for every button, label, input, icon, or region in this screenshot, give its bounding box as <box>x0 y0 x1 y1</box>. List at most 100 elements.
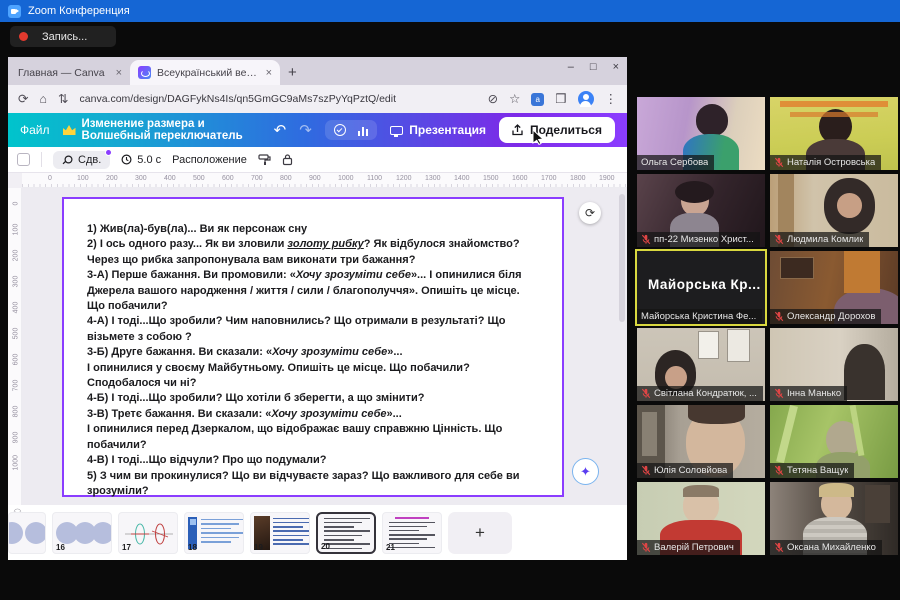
ruler-h-label: 1200 <box>396 175 412 182</box>
maximize-button[interactable]: □ <box>590 61 597 73</box>
divider <box>41 152 42 167</box>
participant-tile[interactable]: Майорська Кр...Майорська Кристина Фе... <box>637 251 765 324</box>
slide-thumbnail[interactable] <box>8 512 46 554</box>
recording-indicator[interactable]: Запись... <box>10 26 116 47</box>
slide-text-line[interactable]: І опинилися перед Дзеркалом, що відображ… <box>87 422 540 453</box>
mic-muted-icon <box>774 311 784 322</box>
mic-muted-icon <box>774 157 784 168</box>
redo-button[interactable]: ↷ <box>299 121 312 139</box>
participant-tile[interactable]: Ольга Сербова <box>637 97 765 170</box>
participant-tile[interactable]: Тетяна Ващук <box>770 405 898 478</box>
slide-text-segment: 4-А) І тоді...Що зробили? Чим наповнилис… <box>87 315 505 342</box>
slide-thumbnail[interactable]: 21 <box>382 512 442 554</box>
slide-text-line[interactable]: 4-В) І тоді...Що відчули? Про що подумал… <box>87 453 540 468</box>
present-button[interactable]: Презентация <box>390 123 486 137</box>
background-select-icon[interactable] <box>17 153 30 166</box>
slide-text-line[interactable]: 1) Жив(ла)-був(ла)... Ви як персонаж сну <box>87 222 540 237</box>
lock-icon[interactable] <box>282 153 293 166</box>
close-window-button[interactable]: × <box>613 61 619 73</box>
slide-thumbnail-number: 16 <box>56 543 65 552</box>
extensions-icon[interactable]: ❒ <box>555 93 566 106</box>
participant-tile[interactable]: Валерій Петрович <box>637 482 765 555</box>
ruler-h-label: 300 <box>135 175 147 182</box>
ruler-h-label: 700 <box>251 175 263 182</box>
participant-tile[interactable]: Людмила Комлик <box>770 174 898 247</box>
vertical-ruler: 01002003004005006007008009001000 <box>8 188 22 505</box>
participant-name-label: Людмила Комлик <box>770 232 869 247</box>
reload-icon[interactable]: ⟳ <box>18 93 28 106</box>
slide-thumbnail[interactable]: 20 <box>316 512 376 554</box>
browser-menu-icon[interactable]: ⋮ <box>605 93 618 106</box>
share-button[interactable]: Поделиться <box>499 117 615 143</box>
canva-favicon-icon <box>138 66 151 79</box>
position-button[interactable]: Расположение <box>172 154 247 166</box>
browser-tab-webinar[interactable]: Всеукраїнський вебінар — Пр × <box>130 60 280 85</box>
window-controls: – □ × <box>568 61 619 73</box>
ruler-h-label: 200 <box>106 175 118 182</box>
close-tab-icon[interactable]: × <box>266 67 272 79</box>
paint-roller-icon[interactable] <box>258 153 271 166</box>
slide-thumbnail[interactable]: 16 <box>52 512 112 554</box>
new-tab-button[interactable]: + <box>288 61 297 85</box>
slide-thumbnail[interactable]: 18 <box>184 512 244 554</box>
duration-button[interactable]: 5.0 с <box>121 154 161 166</box>
participant-tile[interactable]: Інна Манько <box>770 328 898 401</box>
animate-button[interactable]: Сдв. <box>53 151 110 169</box>
animate-icon <box>62 154 73 165</box>
file-menu[interactable]: Файл <box>20 123 50 137</box>
slide-text-segment: »... <box>387 408 402 420</box>
slide-text-segment: 3-Б) Друге бажання. Ви сказали: « <box>87 346 272 358</box>
slide-text-line[interactable]: І опинилися у своєму Майбутньому. Опишіт… <box>87 361 540 392</box>
participant-tile[interactable]: Наталія Островська <box>770 97 898 170</box>
zoom-meeting-window: Zoom Конференция Запись... Главная — Can… <box>0 0 900 600</box>
mic-muted-icon <box>641 542 651 553</box>
mouse-cursor <box>532 129 545 145</box>
slide-text-line[interactable]: 5) З чим ви прокинулися? Що ви відчуваєт… <box>87 469 540 500</box>
rotate-page-button[interactable]: ⟳ <box>579 202 601 224</box>
slide-text-segment: Хочу зрозуміти себе <box>272 346 387 358</box>
saved-check-icon[interactable] <box>334 124 346 136</box>
close-tab-icon[interactable]: × <box>116 67 122 79</box>
undo-button[interactable]: ↶ <box>274 121 287 139</box>
slide-thumbnail[interactable]: 17 <box>118 512 178 554</box>
site-info-icon[interactable]: ⇅ <box>58 93 68 106</box>
ruler-h-label: 500 <box>193 175 205 182</box>
slide-thumbnail[interactable]: 19 <box>250 512 310 554</box>
participant-tile[interactable]: Юлія Соловйова <box>637 405 765 478</box>
address-url[interactable]: canva.com/design/DAGFykNs4Is/qn5GmGC9aMs… <box>80 93 397 105</box>
slide-text-line[interactable]: 4-Б) І тоді...Що зробили? Що хотіли б зб… <box>87 391 540 406</box>
ruler-h-label: 100 <box>77 175 89 182</box>
slide-thumbnail-number: 20 <box>321 542 330 551</box>
notifications-blocked-icon[interactable]: ⊘ <box>488 93 498 106</box>
ruler-h-label: 1000 <box>338 175 354 182</box>
slide-text-line[interactable]: 2) І ось одного разу... Як ви зловили зо… <box>87 237 540 268</box>
minimize-button[interactable]: – <box>568 61 574 73</box>
translate-icon[interactable]: a <box>531 93 544 106</box>
participant-tile[interactable]: Світлана Кондратюк, ... <box>637 328 765 401</box>
resize-magic-switch-button[interactable]: Изменение размера и Волшебный переключат… <box>63 118 251 142</box>
slide-text-line[interactable]: 3-В) Третє бажання. Ви сказали: «Хочу зр… <box>87 407 540 422</box>
profile-avatar[interactable] <box>578 91 594 107</box>
slide-text-line[interactable]: 4-А) І тоді...Що зробили? Чим наповнилис… <box>87 314 540 345</box>
participant-name-label: Світлана Кондратюк, ... <box>637 386 763 401</box>
slide-page[interactable]: 1) Жив(ла)-був(ла)... Ви як персонаж сну… <box>62 197 564 497</box>
participant-tile[interactable]: пп-22 Мизенко Христ... <box>637 174 765 247</box>
participant-name-label: Майорська Кристина Фе... <box>637 309 762 324</box>
slide-text-segment: 3-В) Третє бажання. Ви сказали: « <box>87 408 271 420</box>
browser-tab-home[interactable]: Главная — Canva × <box>10 60 130 85</box>
canvas-scrollbar[interactable] <box>619 194 625 322</box>
zoom-titlebar: Zoom Конференция <box>0 0 900 22</box>
slide-text-line[interactable]: 3-Б) Друге бажання. Ви сказали: «Хочу зр… <box>87 345 540 360</box>
participant-tile[interactable]: Оксана Михайленко <box>770 482 898 555</box>
slide-thumbnail-number: 18 <box>188 543 197 552</box>
participant-tile[interactable]: Олександр Дорохов <box>770 251 898 324</box>
zoom-app-icon <box>8 5 21 18</box>
home-icon[interactable]: ⌂ <box>39 93 47 106</box>
mic-muted-icon <box>641 234 651 245</box>
insights-chart-icon[interactable] <box>358 125 369 136</box>
slide-text-line[interactable]: 3-А) Перше бажання. Ви промовили: «Хочу … <box>87 268 540 314</box>
add-page-button[interactable]: + <box>448 512 512 554</box>
bookmark-star-icon[interactable]: ☆ <box>509 93 520 106</box>
participant-name: пп-22 Мизенко Христ... <box>654 234 754 245</box>
magic-assistant-button[interactable]: ✦ <box>572 458 599 485</box>
